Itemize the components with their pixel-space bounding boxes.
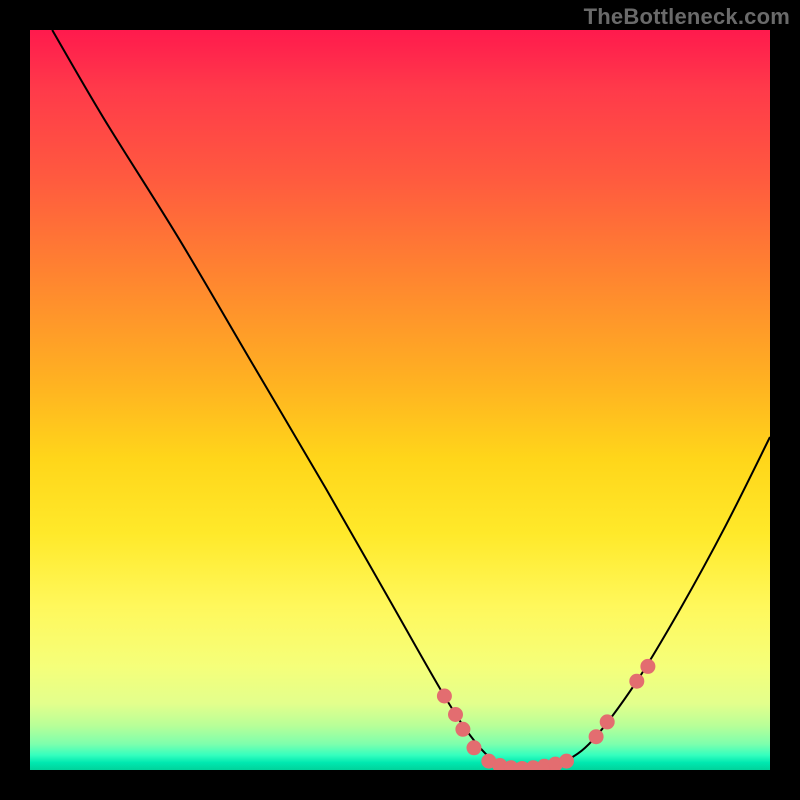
plot-area bbox=[30, 30, 770, 770]
gradient-background bbox=[30, 30, 770, 770]
chart-frame: TheBottleneck.com bbox=[0, 0, 800, 800]
watermark-text: TheBottleneck.com bbox=[584, 4, 790, 30]
